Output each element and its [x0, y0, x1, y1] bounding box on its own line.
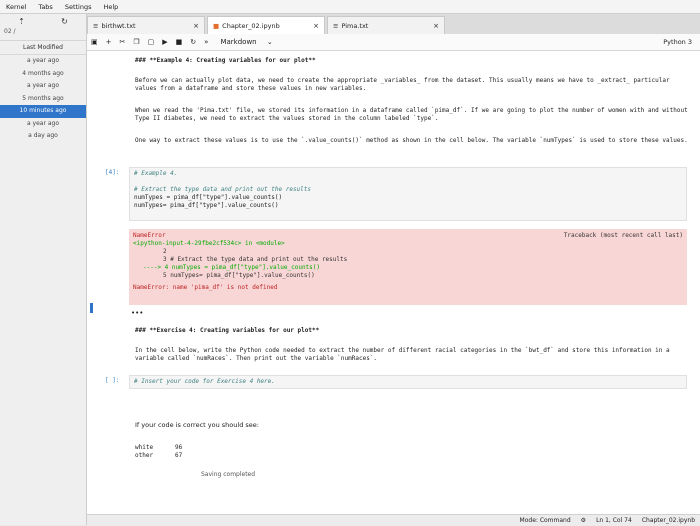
saving-status: Saving completed	[201, 471, 256, 478]
example4-heading: ### **Example 4: Creating variables for …	[135, 57, 316, 64]
code-cell-example4[interactable]: # Example 4. # Extract the type data and…	[129, 167, 687, 221]
cursor-position[interactable]: Ln 1, Col 74	[591, 517, 637, 524]
kernel-name[interactable]: Python 3	[663, 38, 692, 46]
error-message: NameError: name 'pima_df' is not defined	[133, 284, 278, 291]
error-name: NameError	[133, 232, 166, 239]
close-icon[interactable]: ×	[307, 22, 319, 30]
file-row-selected[interactable]: 10 minutes ago	[0, 105, 86, 118]
file-row[interactable]: a day ago	[0, 130, 86, 143]
run-icon[interactable]: ▶	[158, 38, 171, 46]
close-icon[interactable]: ×	[427, 22, 439, 30]
example4-paragraph-2: When we read the 'Pima.txt' file, we sto…	[135, 107, 688, 122]
traceback-label: Traceback (most recent call last)	[563, 232, 683, 239]
status-bar: Mode: Command ⚙ Ln 1, Col 74 Chapter_02.…	[87, 514, 700, 526]
tab-chapter-02[interactable]: ■ Chapter_02.ipynb ×	[207, 16, 325, 34]
paste-icon[interactable]: ▢	[144, 38, 159, 46]
code-cell-prompt: [4]:	[105, 169, 120, 176]
file-browser-toolbar: ⇡ ↻	[0, 14, 86, 28]
copy-icon[interactable]: ❐	[129, 38, 143, 46]
upload-icon[interactable]: ⇡	[18, 17, 25, 26]
cut-icon[interactable]: ✂	[116, 38, 130, 46]
code-cell-exercise4[interactable]: # Insert your code for Exercise 4 here.	[129, 375, 687, 389]
expected-output-text: If your code is correct you should see:	[135, 421, 259, 429]
restart-icon[interactable]: ↻	[186, 38, 200, 46]
status-filename: Chapter_02.ipynb	[641, 517, 695, 524]
mode-indicator[interactable]: Mode: Command	[515, 517, 576, 524]
file-row[interactable]: a year ago	[0, 80, 86, 93]
stop-icon[interactable]: ■	[172, 38, 187, 46]
traceback-location: <ipython-input-4-29fbe2cf534c> in <modul…	[133, 240, 285, 247]
breadcrumb[interactable]: 02 /	[0, 28, 86, 41]
notebook-toolbar: ▣ + ✂ ❐ ▢ ▶ ■ ↻ » Markdown ⌄ Python 3	[87, 34, 700, 51]
menu-help[interactable]: Help	[97, 3, 124, 11]
exercise4-heading: ### **Exercise 4: Creating variables for…	[135, 327, 320, 334]
refresh-icon[interactable]: ↻	[61, 17, 68, 26]
close-icon[interactable]: ×	[187, 22, 199, 30]
tab-bar: ≡ birthwt.txt × ■ Chapter_02.ipynb × ≡ P…	[87, 14, 700, 34]
file-row[interactable]: 4 months ago	[0, 68, 86, 81]
file-row[interactable]: 5 months ago	[0, 93, 86, 106]
example4-paragraph-3: One way to extract these values is to us…	[135, 137, 688, 144]
file-list: a year ago 4 months ago a year ago 5 mon…	[0, 55, 86, 143]
chevron-down-icon: ⌄	[266, 38, 273, 46]
add-cell-icon[interactable]: +	[102, 38, 116, 46]
collapsed-output-ellipsis[interactable]: •••	[131, 309, 686, 317]
menu-bar: Kernel Tabs Settings Help	[0, 0, 700, 14]
expected-output-table: white 96 other 67	[135, 444, 183, 459]
error-output: NameError Traceback (most recent call la…	[129, 229, 687, 305]
tab-birthwt[interactable]: ≡ birthwt.txt ×	[87, 16, 205, 34]
notebook-body: ### **Example 4: Creating variables for …	[87, 51, 700, 514]
exercise-cell-prompt: [ ]:	[105, 377, 120, 384]
menu-settings[interactable]: Settings	[59, 3, 98, 11]
tab-pima[interactable]: ≡ Pima.txt ×	[327, 16, 445, 34]
settings-gear-icon[interactable]: ⚙	[576, 517, 591, 524]
fast-forward-icon[interactable]: »	[200, 38, 212, 46]
file-row[interactable]: a year ago	[0, 118, 86, 131]
cell-type-select[interactable]: Markdown ⌄	[212, 38, 280, 46]
file-browser-panel: ⇡ ↻ 02 / Last Modified a year ago 4 mont…	[0, 14, 87, 525]
file-row[interactable]: a year ago	[0, 55, 86, 68]
menu-kernel[interactable]: Kernel	[0, 3, 32, 11]
column-header-last-modified[interactable]: Last Modified	[0, 41, 86, 55]
example4-paragraph-1: Before we can actually plot data, we nee…	[135, 77, 670, 92]
exercise4-paragraph: In the cell below, write the Python code…	[135, 347, 670, 362]
save-icon[interactable]: ▣	[87, 38, 102, 46]
menu-tabs[interactable]: Tabs	[32, 3, 58, 11]
active-cell-indicator	[90, 303, 93, 313]
